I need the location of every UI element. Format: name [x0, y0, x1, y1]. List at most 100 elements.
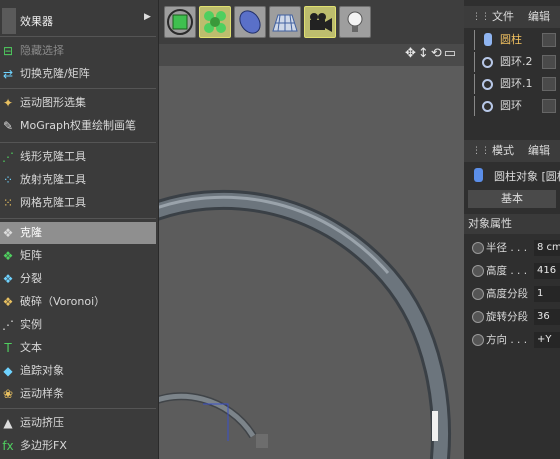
menu-item[interactable]: ✎ MoGraph权重绘制画笔 [0, 115, 156, 137]
object-list: 圆柱圆环.2 圆环.1 圆环 [464, 30, 560, 130]
menu-item[interactable]: ⇄ 切换克隆/矩阵 [0, 63, 156, 85]
object-tag-icon[interactable] [542, 99, 556, 113]
menu-item-icon: ❖ [2, 226, 14, 240]
cylinder-icon [474, 168, 483, 182]
menu-item-label: 运动挤压 [20, 416, 64, 429]
viewport[interactable] [158, 66, 464, 459]
tree-line [474, 52, 475, 72]
attribute-row: 半径 . . . 8 cm [464, 238, 560, 258]
object-row[interactable]: 圆环.1 [464, 74, 560, 94]
deformer-tool-icon[interactable] [234, 6, 266, 38]
menu-item-label: 切换克隆/矩阵 [20, 67, 90, 80]
object-label: 圆柱 [500, 33, 522, 46]
cloner-tool-icon[interactable] [199, 6, 231, 38]
menu-separator [0, 408, 156, 409]
object-tag-icon[interactable] [542, 55, 556, 69]
menu-item-icon: ⋰ [2, 318, 14, 332]
torus-icon [482, 57, 493, 68]
attribute-fields: 半径 . . . 8 cm 高度 . . . 416 高度分段 1 旋转分段 36 方向 . .… [464, 238, 560, 358]
menu-edit[interactable]: 编辑 [528, 6, 550, 28]
menu-item-icon: ❖ [2, 249, 14, 263]
viewport-nav-icons[interactable]: ✥↕⟲▭ [405, 46, 458, 61]
attribute-object-title: 圆柱对象 [圆柱 [494, 170, 560, 183]
object-row[interactable]: 圆环.2 [464, 52, 560, 72]
menu-item-label: 实例 [20, 318, 42, 331]
object-label: 圆环.1 [500, 77, 533, 90]
cube-tool-icon[interactable] [164, 6, 196, 38]
menu-item[interactable]: ❖ 分裂 [0, 268, 156, 290]
attribute-label: 高度分段 [486, 288, 528, 300]
attribute-label: 高度 . . . [486, 265, 528, 277]
attribute-value-field[interactable]: 36 [534, 309, 560, 325]
menu-item[interactable]: ❖ 破碎（Voronoi） [0, 291, 156, 313]
menu-item[interactable]: fx 多边形FX [0, 435, 156, 457]
object-row[interactable]: 圆柱 [464, 30, 560, 50]
menu-item[interactable]: ⊟ 隐藏选择 [0, 40, 156, 62]
menu-item[interactable]: ❀ 运动样条 [0, 383, 156, 405]
menu-file[interactable]: 文件 [492, 6, 514, 28]
object-label: 圆环 [500, 99, 522, 112]
menu-item[interactable]: ▲ 运动挤压 [0, 412, 156, 434]
menu-separator [0, 142, 156, 143]
attribute-value-field[interactable]: 1 [534, 286, 560, 302]
menu-item[interactable]: ⋰ 线形克隆工具 [0, 146, 156, 168]
menu-item-icon: ✦ [2, 96, 14, 110]
menu-item-label: 文本 [20, 341, 42, 354]
menu-separator [0, 88, 156, 89]
menu-item[interactable]: ❖ 克隆 [0, 222, 156, 244]
right-panel: ⋮⋮ 文件 编辑 圆柱圆环.2圆环.1圆环 ⋮⋮ 模式 编辑 圆柱对象 [圆柱 … [464, 0, 560, 459]
attribute-label: 半径 . . . [486, 242, 528, 254]
attribute-row: 高度 . . . 416 [464, 261, 560, 281]
menu-mode[interactable]: 模式 [492, 140, 514, 162]
menu-item[interactable]: ❖ 矩阵 [0, 245, 156, 267]
menu-item-label: 隐藏选择 [20, 44, 64, 57]
attribute-label: 方向 . . . [486, 334, 528, 346]
section-object-properties: 对象属性 [464, 214, 560, 234]
light-tool-icon[interactable] [339, 6, 371, 38]
menu-item-icon: ❀ [2, 387, 14, 401]
menu-item[interactable]: T 文本 [0, 337, 156, 359]
submenu-handle-icon [2, 8, 16, 34]
object-tag-icon[interactable] [542, 33, 556, 47]
menu-item[interactable]: ⁙ 网格克隆工具 [0, 192, 156, 214]
menu-item[interactable]: ✦ 运动图形选集 [0, 92, 156, 114]
animate-radio-icon[interactable] [472, 334, 484, 346]
attribute-value-field[interactable]: 8 cm [534, 240, 560, 256]
camera-tool-icon[interactable] [304, 6, 336, 38]
menu-item-icon: ▲ [3, 416, 13, 430]
tab-basic[interactable]: 基本 [468, 190, 556, 208]
object-row[interactable]: 圆环 [464, 96, 560, 116]
menu-item-label: 追踪对象 [20, 364, 64, 377]
menu-item-label: 多边形FX [20, 439, 67, 452]
menu-item-label: 运动样条 [20, 387, 64, 400]
menu-item-icon: ✎ [2, 119, 14, 133]
object-tag-icon[interactable] [542, 77, 556, 91]
animate-radio-icon[interactable] [472, 288, 484, 300]
attribute-value-field[interactable]: 416 [534, 263, 560, 279]
menu-item[interactable]: ◆ 追踪对象 [0, 360, 156, 382]
menu-edit-attr[interactable]: 编辑 [528, 140, 550, 162]
torus-icon [482, 79, 493, 90]
viewport-header: ✥↕⟲▭ [158, 44, 464, 67]
animate-radio-icon[interactable] [472, 265, 484, 277]
menu-title: 效果器 [20, 15, 53, 28]
tree-line [474, 96, 475, 116]
menu-item-icon: ◆ [3, 364, 13, 378]
floor-tool-icon[interactable] [269, 6, 301, 38]
attributes-menubar: ⋮⋮ 模式 编辑 [464, 140, 560, 162]
attribute-value-field[interactable]: +Y [534, 332, 560, 348]
attribute-row: 高度分段 1 [464, 284, 560, 304]
menu-item-icon: ⁘ [2, 173, 14, 187]
attribute-label: 旋转分段 [486, 311, 528, 323]
menu-item[interactable]: ⁘ 放射克隆工具 [0, 169, 156, 191]
animate-radio-icon[interactable] [472, 311, 484, 323]
menu-item-icon: fx [2, 439, 14, 453]
menu-item-label: 网格克隆工具 [20, 196, 86, 209]
menu-title-row[interactable]: 效果器 ▶ [0, 8, 158, 34]
menu-item-label: 线形克隆工具 [20, 150, 86, 163]
menu-item[interactable]: ⋰ 实例 [0, 314, 156, 336]
attribute-row: 方向 . . . +Y [464, 330, 560, 350]
menu-item-icon: ❖ [2, 272, 14, 286]
animate-radio-icon[interactable] [472, 242, 484, 254]
section-title: 对象属性 [468, 217, 512, 230]
